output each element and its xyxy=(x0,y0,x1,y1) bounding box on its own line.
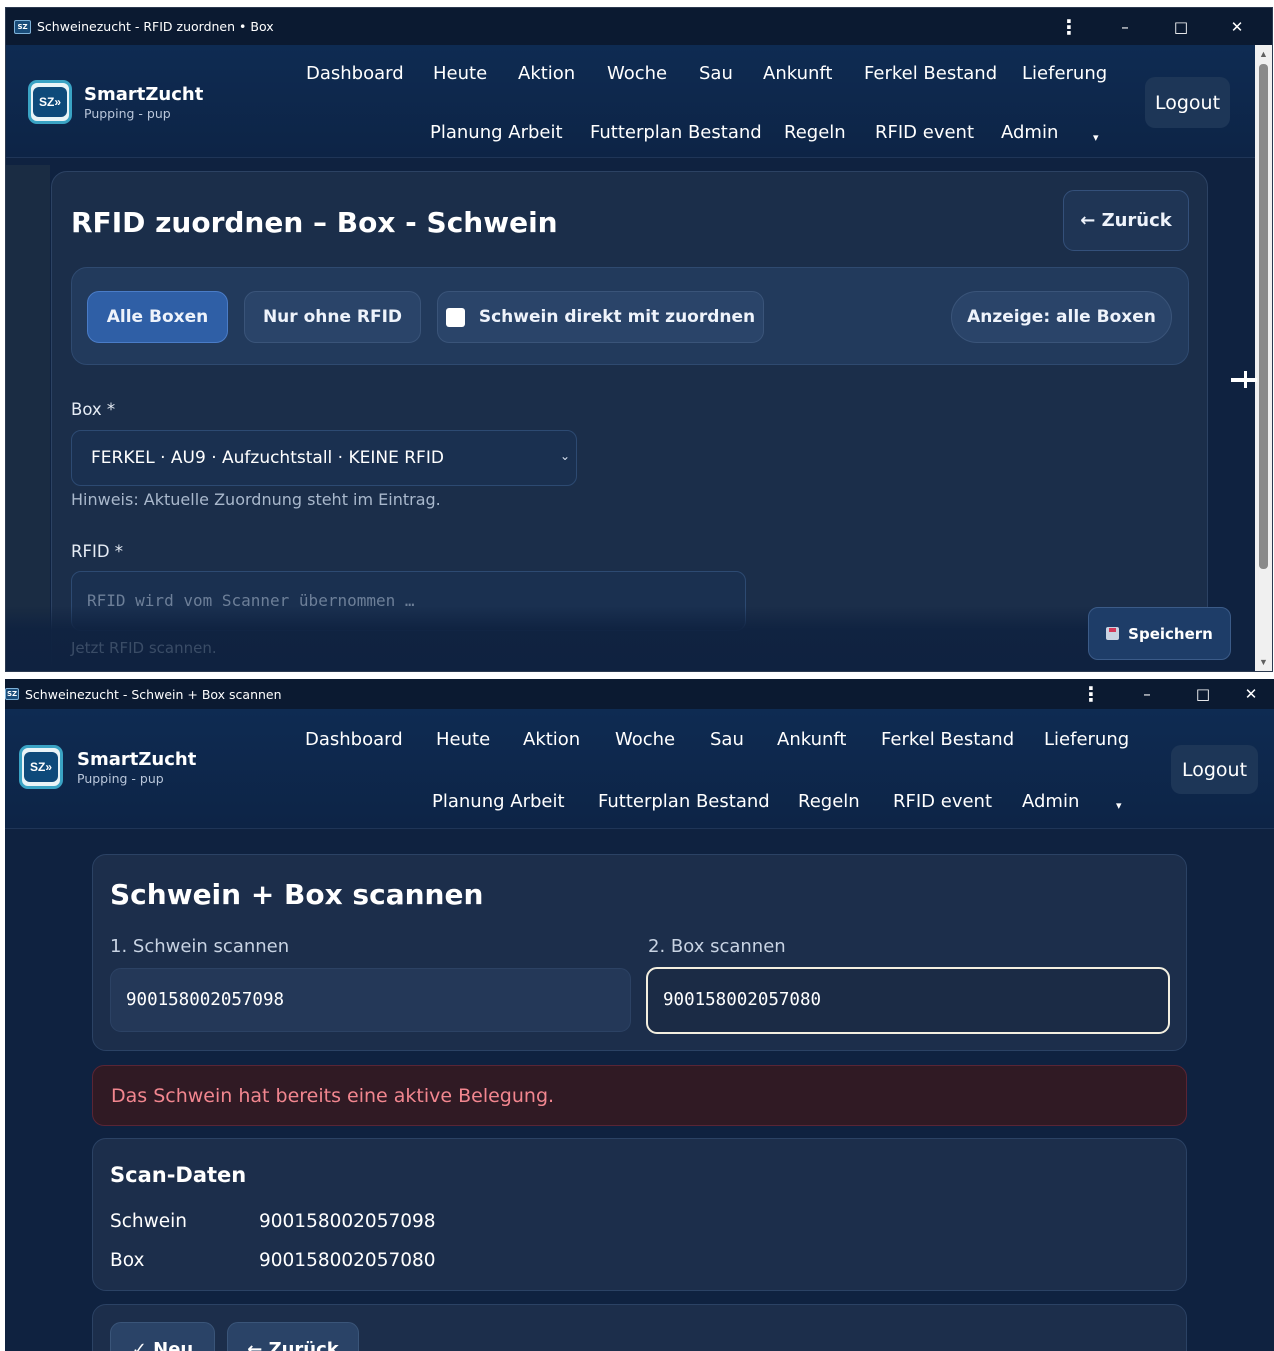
brand[interactable]: SZ» SmartZucht Pupping - pup xyxy=(19,745,196,789)
page-title: Schwein + Box scannen xyxy=(110,878,484,911)
pig-scan-label: 1. Schwein scannen xyxy=(110,936,290,957)
scan-data-key-pig: Schwein xyxy=(110,1211,188,1232)
nav-heute[interactable]: Heute xyxy=(433,63,487,84)
nav-woche[interactable]: Woche xyxy=(615,729,675,750)
logout-button[interactable]: Logout xyxy=(1145,77,1230,128)
nav-dashboard[interactable]: Dashboard xyxy=(306,63,404,84)
rfid-label: RFID * xyxy=(71,542,124,561)
nav-regeln[interactable]: Regeln xyxy=(798,791,860,812)
save-button[interactable]: Speichern xyxy=(1088,607,1231,660)
nav-regeln[interactable]: Regeln xyxy=(784,122,846,143)
scan-hint: Jetzt RFID scannen. xyxy=(71,639,217,657)
brand[interactable]: SZ» SmartZucht Pupping - pup xyxy=(28,80,203,124)
nav-admin[interactable]: Admin xyxy=(1022,791,1079,812)
menu-kebab-icon[interactable]: ⋮ xyxy=(1041,8,1097,45)
nav-planung-arbeit[interactable]: Planung Arbeit xyxy=(430,122,563,143)
nav-sau[interactable]: Sau xyxy=(699,63,733,84)
maximize-icon[interactable]: □ xyxy=(1153,8,1209,45)
scroll-up-icon[interactable]: ▲ xyxy=(1255,47,1272,61)
brand-subtitle: Pupping - pup xyxy=(84,105,171,121)
box-rfid-input[interactable]: 900158002057080 xyxy=(646,967,1170,1034)
scan-data-value-pig: 900158002057098 xyxy=(259,1211,436,1232)
nav-rfid-event[interactable]: RFID event xyxy=(893,791,992,812)
nav-ankunft[interactable]: Ankunft xyxy=(763,63,833,84)
minimize-icon[interactable]: – xyxy=(1097,8,1153,45)
nav-aktion[interactable]: Aktion xyxy=(518,63,575,84)
box-hint: Hinweis: Aktuelle Zuordnung steht im Ein… xyxy=(71,490,441,509)
brand-subtitle: Pupping - pup xyxy=(77,770,164,786)
window-schwein-box-scannen: SZ Schweinezucht - Schwein + Box scannen… xyxy=(5,679,1274,1351)
back-button[interactable]: ← Zurück xyxy=(1063,190,1189,251)
window-title: Schweinezucht - RFID zuordnen • Box xyxy=(37,19,274,34)
nav-woche[interactable]: Woche xyxy=(607,63,667,84)
close-icon[interactable]: ✕ xyxy=(1231,679,1271,709)
window-title: Schweinezucht - Schwein + Box scannen xyxy=(25,686,282,702)
nav-lieferung[interactable]: Lieferung xyxy=(1044,729,1129,750)
assign-pig-checkbox[interactable] xyxy=(445,307,465,327)
pig-rfid-input[interactable]: 900158002057098 xyxy=(110,968,631,1032)
chevron-down-icon: ⌄ xyxy=(559,449,570,463)
nav-rfid-event[interactable]: RFID event xyxy=(875,122,974,143)
title-bar: SZ Schweinezucht - Schwein + Box scannen… xyxy=(5,679,1274,709)
box-select[interactable]: FERKEL · AU9 · Aufzuchtstall · KEINE RFI… xyxy=(71,430,577,486)
brand-name: SmartZucht xyxy=(84,83,204,105)
close-icon[interactable]: ✕ xyxy=(1209,8,1265,45)
new-button[interactable]: ✓ Neu xyxy=(110,1322,215,1351)
logo-icon: SZ» xyxy=(28,80,72,124)
scroll-thumb[interactable] xyxy=(1259,64,1268,569)
nav-planung-arbeit[interactable]: Planung Arbeit xyxy=(432,791,565,812)
nav-sau[interactable]: Sau xyxy=(710,729,744,750)
scroll-down-icon[interactable]: ▼ xyxy=(1255,655,1272,669)
nav-heute[interactable]: Heute xyxy=(436,729,490,750)
nav-dashboard[interactable]: Dashboard xyxy=(305,729,403,750)
maximize-icon[interactable]: □ xyxy=(1175,679,1231,709)
logo-icon: SZ» xyxy=(19,745,63,789)
error-alert: Das Schwein hat bereits eine aktive Bele… xyxy=(92,1065,1187,1126)
nav-ankunft[interactable]: Ankunft xyxy=(777,729,847,750)
scan-data-key-box: Box xyxy=(110,1250,145,1271)
scan-data-heading: Scan-Daten xyxy=(110,1163,247,1187)
nav-aktion[interactable]: Aktion xyxy=(523,729,580,750)
nav-ferkel-bestand[interactable]: Ferkel Bestand xyxy=(864,63,997,84)
nav-more-caret-icon[interactable]: ▾ xyxy=(1116,799,1122,812)
box-scan-label: 2. Box scannen xyxy=(648,936,786,957)
navbar: SZ» SmartZucht Pupping - pup Dashboard H… xyxy=(6,45,1272,158)
assign-pig-toggle[interactable]: Schwein direkt mit zuordnen xyxy=(437,291,764,343)
app-icon: SZ xyxy=(14,19,31,34)
app-icon: SZ xyxy=(5,688,19,700)
menu-kebab-icon[interactable]: ⋮ xyxy=(1063,679,1119,709)
logout-button[interactable]: Logout xyxy=(1171,745,1258,794)
nav-admin[interactable]: Admin xyxy=(1001,122,1058,143)
nav-lieferung[interactable]: Lieferung xyxy=(1022,63,1107,84)
scan-data-value-box: 900158002057080 xyxy=(259,1250,436,1271)
navbar: SZ» SmartZucht Pupping - pup Dashboard H… xyxy=(5,709,1274,829)
save-disk-icon xyxy=(1106,627,1120,640)
page-title: RFID zuordnen – Box - Schwein xyxy=(71,206,558,239)
nav-ferkel-bestand[interactable]: Ferkel Bestand xyxy=(881,729,1014,750)
scan-data-card xyxy=(92,1138,1187,1291)
window-rfid-zuordnen: SZ Schweinezucht - RFID zuordnen • Box ⋮… xyxy=(5,7,1273,672)
nav-more-caret-icon[interactable]: ▾ xyxy=(1093,131,1099,144)
title-bar: SZ Schweinezucht - RFID zuordnen • Box ⋮… xyxy=(6,8,1272,45)
nav-futterplan-bestand[interactable]: Futterplan Bestand xyxy=(590,122,762,143)
filter-without-rfid-button[interactable]: Nur ohne RFID xyxy=(244,291,421,343)
display-mode-button[interactable]: Anzeige: alle Boxen xyxy=(951,291,1172,343)
nav-futterplan-bestand[interactable]: Futterplan Bestand xyxy=(598,791,770,812)
scrollbar[interactable]: ▲ ▼ xyxy=(1255,45,1272,671)
box-label: Box * xyxy=(71,400,116,419)
minimize-icon[interactable]: – xyxy=(1119,679,1175,709)
filter-all-boxes-button[interactable]: Alle Boxen xyxy=(87,291,228,343)
brand-name: SmartZucht xyxy=(77,748,197,770)
back-button[interactable]: ← Zurück xyxy=(227,1322,359,1351)
